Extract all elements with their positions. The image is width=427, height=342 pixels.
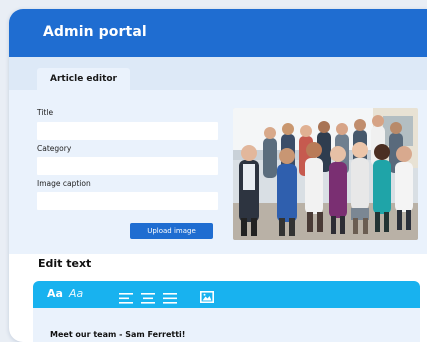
admin-portal-window: Admin portal Article editor Title Catego… <box>9 9 427 342</box>
text-editor-content[interactable]: Meet our team - Sam Ferretti! <box>33 308 420 342</box>
team-photo[interactable] <box>233 108 418 240</box>
font-italic-button[interactable]: Aa <box>69 287 83 300</box>
image-caption-label: Image caption <box>37 179 91 188</box>
upload-image-button[interactable]: Upload image <box>130 223 213 239</box>
category-input[interactable] <box>37 157 218 175</box>
article-editor-panel: Article editor Title Category Image capt… <box>9 57 427 254</box>
font-bold-button[interactable]: Aa <box>47 287 63 300</box>
text-toolbar: Aa Aa <box>33 281 420 308</box>
align-left-icon[interactable] <box>119 289 133 308</box>
tab-article-editor[interactable]: Article editor <box>37 68 130 90</box>
app-title: Admin portal <box>43 24 147 40</box>
image-caption-input[interactable] <box>37 192 218 210</box>
title-input[interactable] <box>37 122 218 140</box>
align-center-icon[interactable] <box>141 289 155 308</box>
tab-bar: Article editor <box>9 57 427 90</box>
app-header: Admin portal <box>9 9 427 57</box>
content-text: Meet our team - Sam Ferretti! <box>50 330 186 339</box>
title-label: Title <box>37 108 54 117</box>
align-justify-icon[interactable] <box>163 289 177 308</box>
insert-image-icon[interactable] <box>200 288 214 307</box>
edit-text-heading: Edit text <box>38 257 92 270</box>
category-label: Category <box>37 144 72 153</box>
